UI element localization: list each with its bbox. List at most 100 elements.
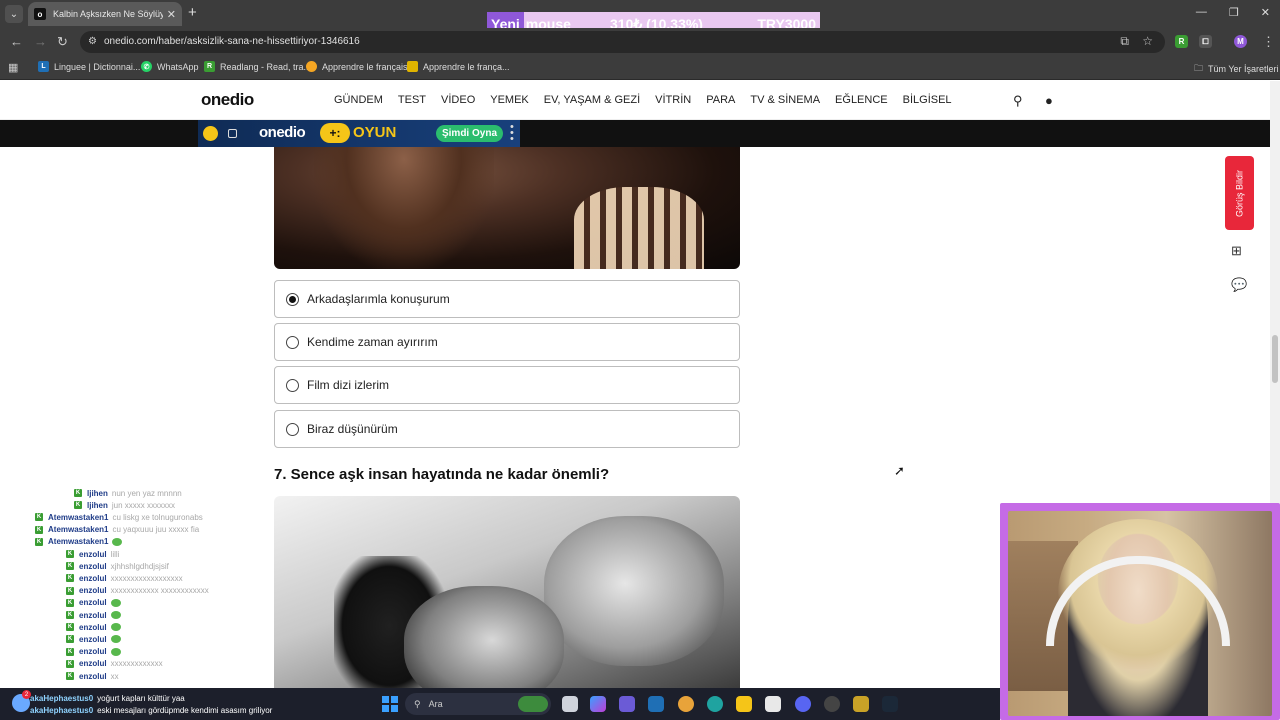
site-header: onedio GÜNDEM TEST VİDEO YEMEK EV, YAŞAM…	[0, 81, 1270, 120]
bookmark-label: WhatsApp	[157, 61, 199, 72]
folder-icon: 🗀	[1194, 63, 1204, 73]
profile-avatar[interactable]: M	[1234, 35, 1247, 48]
oyun-banner[interactable]: onedio +: OYUN Şimdi Oyna • • •	[198, 120, 520, 147]
bookmark-linguee[interactable]: L Linguee | Dictionnai...	[38, 61, 140, 72]
option-label: Film dizi izlerim	[307, 378, 389, 392]
nav-item-ev-yasam-gezi[interactable]: EV, YAŞAM & GEZİ	[544, 94, 640, 106]
radio-icon[interactable]	[286, 378, 299, 392]
teams-icon[interactable]	[619, 696, 635, 712]
bookmark-readlang[interactable]: R Readlang - Read, tra...	[204, 61, 311, 72]
quiz-option-3[interactable]: Film dizi izlerim	[274, 366, 740, 404]
store-icon[interactable]	[765, 696, 781, 712]
mouse-cursor-icon: ➚	[894, 463, 905, 478]
image-face-woman	[404, 586, 564, 690]
tab-search-icon[interactable]: ⌄	[5, 5, 23, 23]
taskbar-search[interactable]: ⚲ Ara	[405, 693, 551, 715]
nav-item-yemek[interactable]: YEMEK	[490, 94, 529, 106]
nav-item-test[interactable]: TEST	[398, 94, 426, 106]
steam-icon[interactable]	[882, 696, 898, 712]
bookmark-label: Apprendre le françа...	[423, 61, 510, 72]
feedback-button[interactable]: Görüş Bildir	[1225, 156, 1254, 230]
subscriber-badge-icon: K	[35, 537, 43, 546]
chat-message: nun yen yaz mnnnn	[111, 488, 182, 498]
image-figure	[314, 147, 494, 269]
nav-item-eglence[interactable]: EĞLENCE	[835, 94, 888, 106]
nav-item-gundem[interactable]: GÜNDEM	[334, 94, 383, 106]
install-app-icon[interactable]: ⧉	[1120, 34, 1129, 49]
all-bookmarks-folder[interactable]: 🗀 Tüm Yer İşaretleri	[1194, 61, 1279, 77]
chat-message: eski mesajları gördüpmde kendimi asasım …	[97, 705, 273, 715]
extensions-icon[interactable]: ⧠	[1199, 35, 1212, 48]
obs-icon[interactable]	[824, 696, 840, 712]
bookmark-apprendre-2[interactable]: Apprendre le françа...	[407, 61, 510, 72]
chat-user: enzolul	[79, 586, 107, 596]
chat-row: Kenzolul	[66, 646, 121, 658]
windows-start-icon[interactable]	[382, 696, 398, 712]
quiz-option-1[interactable]: Arkadaşlarımla konuşurum	[274, 280, 740, 318]
edge-icon[interactable]	[707, 696, 723, 712]
readlang-extension-icon[interactable]: R	[1175, 35, 1188, 48]
nav-item-video[interactable]: VİDEO	[441, 94, 475, 106]
chat-row: K Atemwastaken1	[35, 536, 123, 548]
bookmark-add-icon[interactable]: ⊞	[1231, 243, 1242, 259]
search-icon[interactable]: ⚲	[1013, 93, 1023, 109]
copilot-icon[interactable]	[590, 696, 606, 712]
chrome-icon[interactable]	[678, 696, 694, 712]
chat-user: enzolul	[79, 573, 107, 583]
close-window-icon[interactable]: ✕	[1261, 6, 1270, 19]
bookmark-label: Linguee | Dictionnai...	[54, 61, 141, 72]
radio-icon[interactable]	[286, 335, 299, 349]
subscriber-badge-icon: K	[66, 550, 74, 558]
tab-active[interactable]: o Kalbin Aşksızken Ne Söylüyor? ✕	[28, 2, 182, 26]
webcam-frame	[1000, 503, 1280, 720]
reload-icon[interactable]: ↻	[57, 34, 68, 50]
chat-user: ljihen	[87, 500, 108, 510]
menu-kebab-icon[interactable]: ⋮	[1262, 34, 1275, 50]
new-tab-button[interactable]: +	[188, 5, 197, 21]
play-now-button[interactable]: Şimdi Oyna	[436, 125, 503, 142]
quiz-option-2[interactable]: Kendime zaman ayırırım	[274, 323, 740, 361]
emote-icon	[110, 635, 121, 644]
apps-grid-icon[interactable]: ▦	[8, 61, 18, 74]
league-icon[interactable]	[853, 696, 869, 712]
option-label: Kendime zaman ayırırım	[307, 335, 438, 349]
tab-close-icon[interactable]: ✕	[167, 8, 176, 21]
nav-item-vitrin[interactable]: VİTRİN	[655, 94, 691, 106]
nav-item-bilgisel[interactable]: BİLGİSEL	[903, 94, 952, 106]
chat-user: enzolul	[79, 622, 107, 632]
search-placeholder: Ara	[428, 699, 443, 709]
comments-icon[interactable]: 💬	[1231, 277, 1247, 293]
site-info-icon[interactable]: ⚙	[88, 36, 100, 48]
task-view-icon[interactable]	[562, 696, 578, 712]
chat-row: Kenzolul xxxxxxxxxxxx xxxxxxxxxxxx	[66, 585, 209, 597]
subscriber-badge-icon: K	[66, 647, 74, 656]
chat-user: enzolul	[79, 561, 107, 571]
chat-user: akaHephaestus0	[30, 693, 94, 703]
nav-item-para[interactable]: PARA	[706, 94, 735, 106]
radio-checked-icon[interactable]	[286, 292, 299, 306]
url-field[interactable]: ⚙ onedio.com/haber/asksizlik-sana-ne-his…	[80, 31, 1165, 53]
quiz-option-4[interactable]: Biraz düşünürüm	[274, 410, 740, 448]
back-icon[interactable]: ←	[10, 34, 23, 49]
more-options-icon[interactable]: • • •	[510, 122, 514, 145]
bookmark-star-icon[interactable]: ☆	[1142, 34, 1153, 48]
subscriber-badge-icon: K	[35, 525, 43, 534]
oyun-plus-badge: +:	[320, 123, 350, 143]
chat-user: enzolul	[79, 671, 107, 681]
minimize-icon[interactable]: —	[1196, 6, 1207, 19]
discord-icon[interactable]	[795, 696, 811, 712]
radio-icon[interactable]	[286, 422, 299, 436]
user-icon[interactable]: ●	[1045, 93, 1053, 108]
minimize-banner-icon[interactable]	[228, 129, 237, 138]
bookmark-apprendre[interactable]: Apprendre le français	[306, 61, 408, 72]
file-explorer-icon[interactable]	[736, 696, 752, 712]
onedio-logo[interactable]: onedio	[201, 90, 254, 110]
chat-row: Kljihen nun yen yaz mnnnn	[74, 487, 182, 499]
nav-item-tv-sinema[interactable]: TV & SİNEMA	[750, 94, 820, 106]
forward-icon[interactable]: →	[34, 34, 47, 49]
emote-icon	[112, 537, 123, 546]
scrollbar-thumb[interactable]	[1272, 335, 1278, 383]
restore-icon[interactable]: ❐	[1229, 6, 1239, 19]
bookmark-whatsapp[interactable]: ✆ WhatsApp	[141, 61, 199, 72]
outlook-icon[interactable]	[648, 696, 664, 712]
